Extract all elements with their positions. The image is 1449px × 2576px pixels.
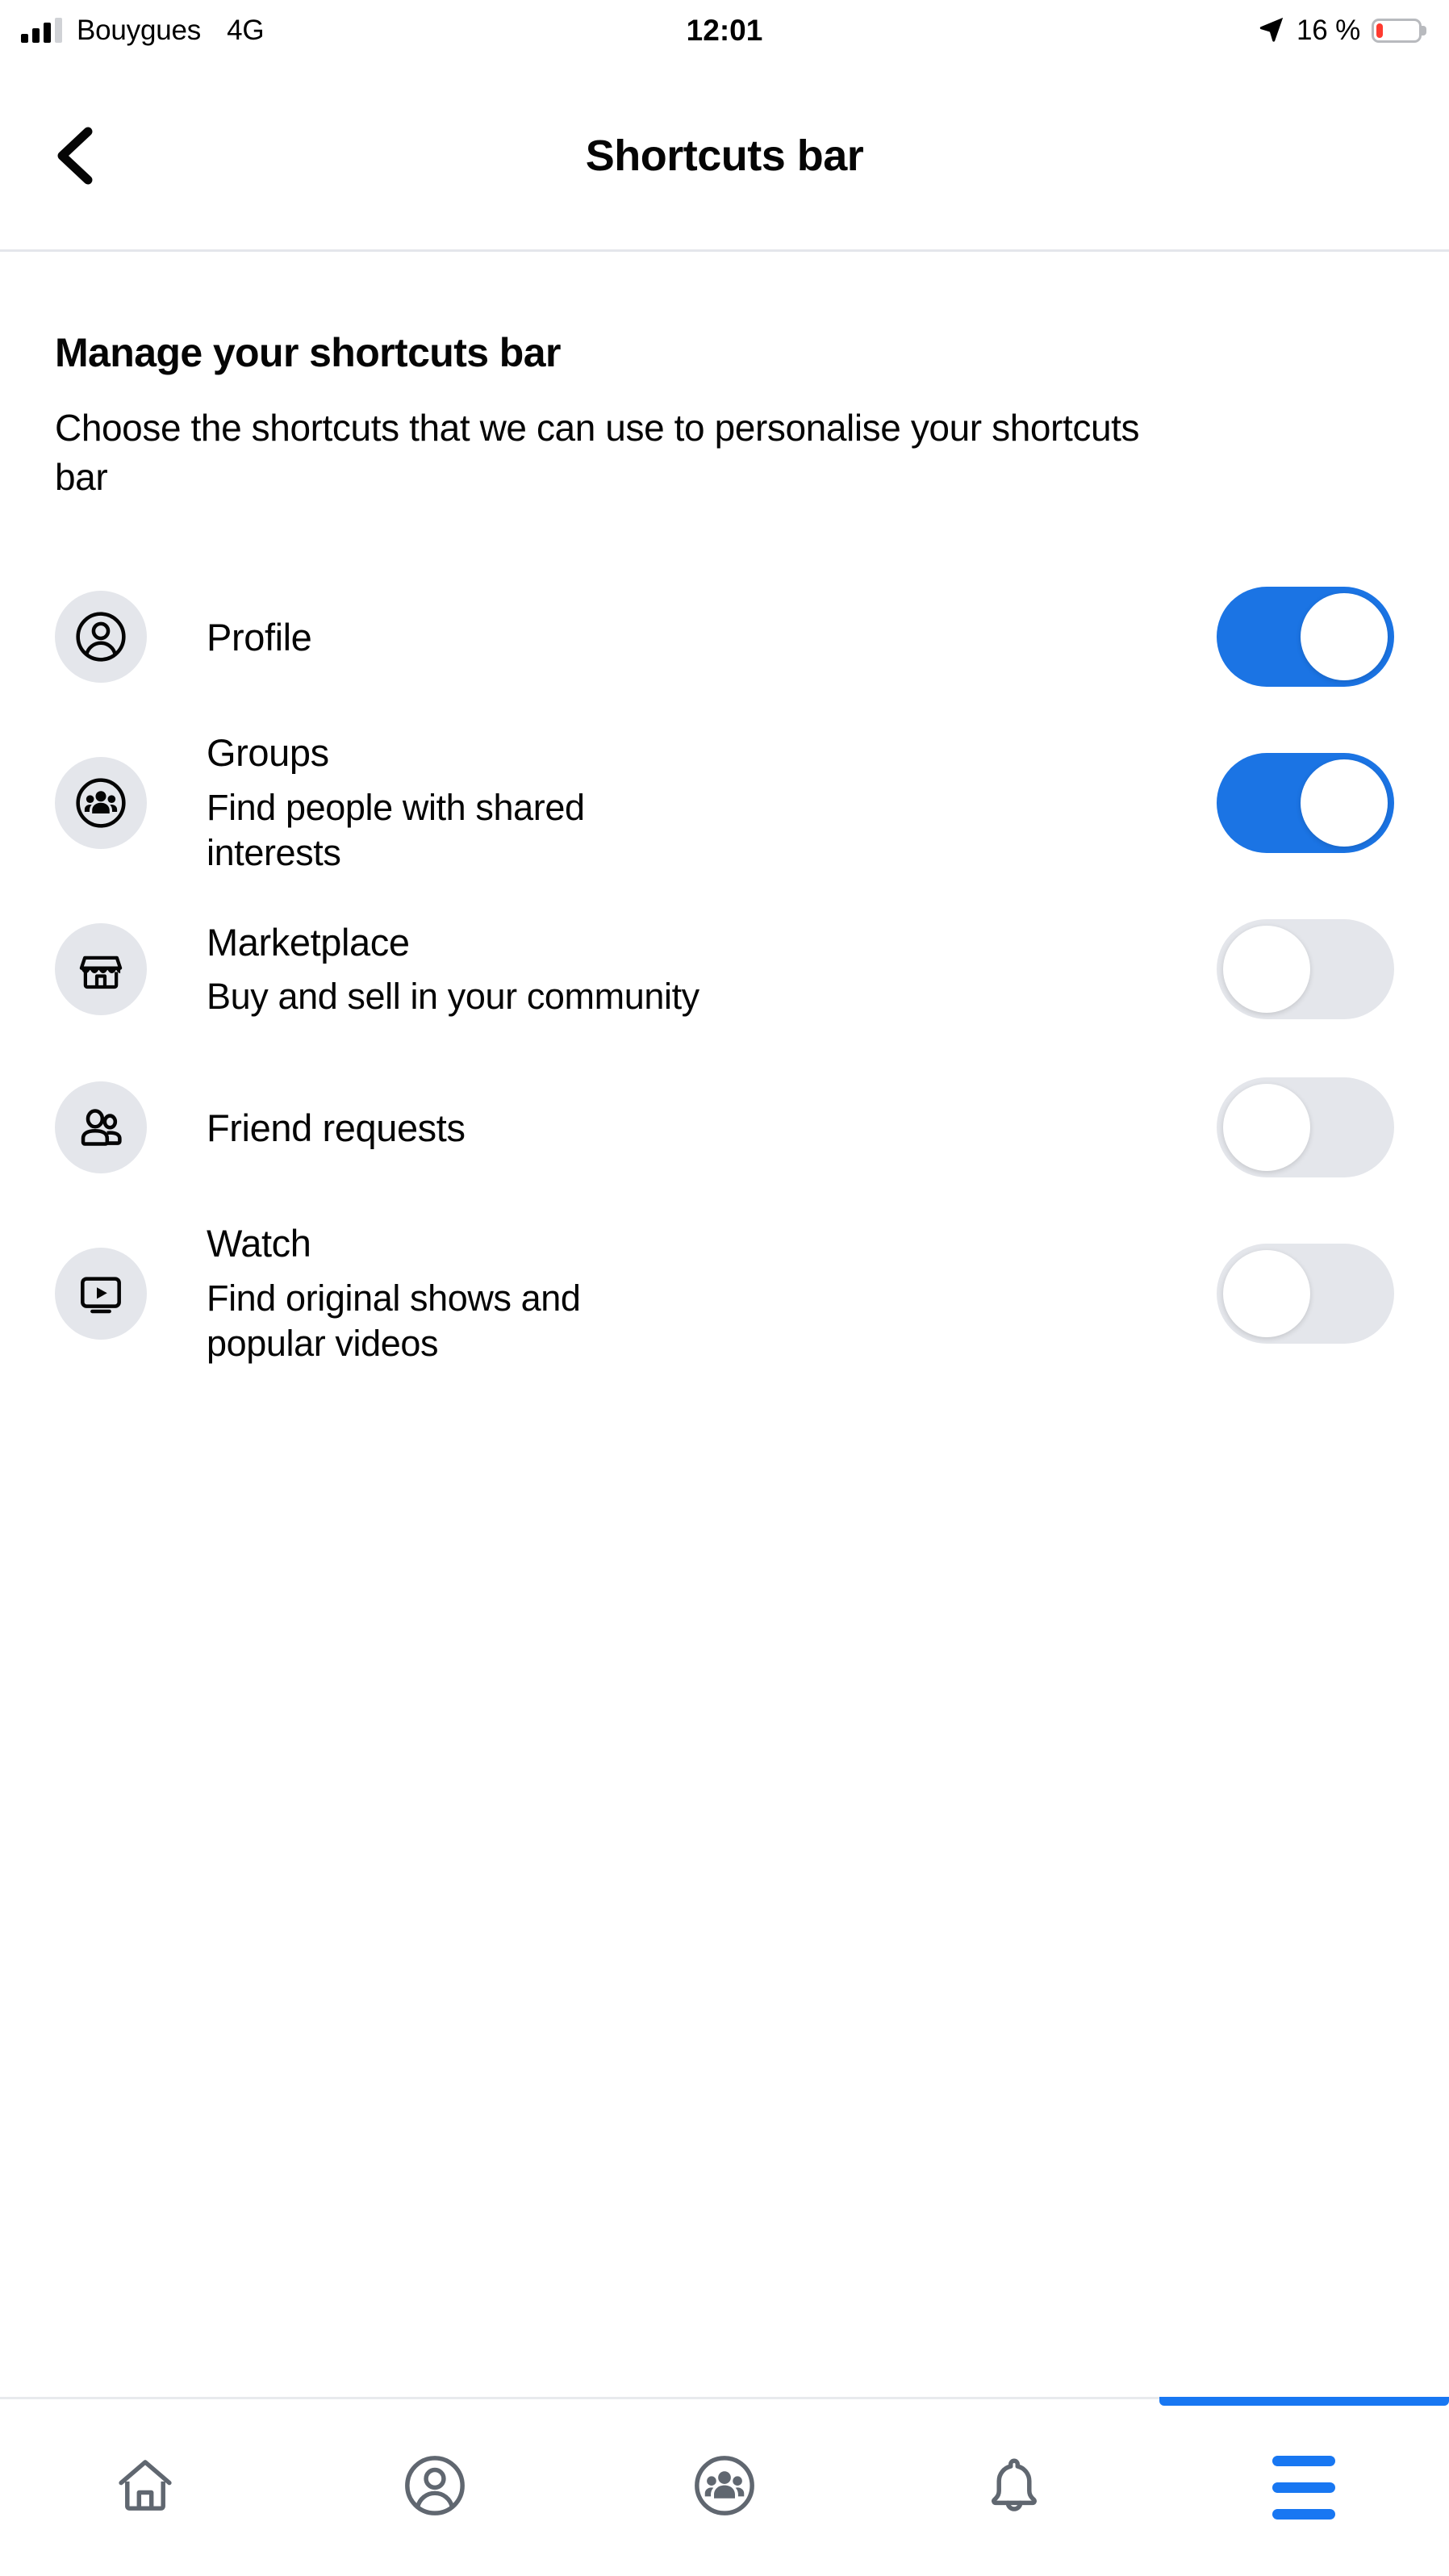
- shortcut-toggle-friend-requests[interactable]: [1217, 1077, 1394, 1178]
- toggle-knob: [1301, 593, 1388, 681]
- shortcut-title: Groups: [207, 731, 329, 775]
- shortcut-row[interactable]: Friend requests: [55, 1048, 1394, 1206]
- bell-icon: [981, 2453, 1047, 2523]
- chevron-left-icon: [57, 127, 93, 184]
- shortcut-row[interactable]: Watch Find original shows and popular vid…: [55, 1206, 1394, 1381]
- groups-circle-icon: [55, 757, 147, 850]
- active-tab-indicator: [1159, 2397, 1449, 2406]
- navigation-header: Shortcuts bar: [0, 61, 1449, 252]
- shortcut-toggle-marketplace[interactable]: [1217, 919, 1394, 1020]
- shortcut-row[interactable]: Groups Find people with shared interests: [55, 716, 1394, 890]
- shortcut-row[interactable]: Marketplace Buy and sell in your communit…: [55, 890, 1394, 1048]
- shortcut-text-block: Friend requests: [147, 1106, 1217, 1150]
- toggle-knob: [1223, 1084, 1310, 1172]
- shortcut-text-block: Watch Find original shows and popular vid…: [147, 1221, 1217, 1366]
- shortcut-subtitle: Find people with shared interests: [207, 786, 585, 874]
- shortcut-text-block: Groups Find people with shared interests: [147, 730, 1217, 876]
- carrier-label: Bouygues: [77, 15, 202, 46]
- phone-screen: Bouygues 4G 12:01 16 % Shortcuts bar Man…: [0, 0, 1449, 2576]
- shortcut-subtitle: Find original shows and popular videos: [207, 1277, 581, 1365]
- shortcut-text-block: Marketplace Buy and sell in your communit…: [147, 920, 1217, 1020]
- home-icon: [112, 2453, 178, 2523]
- status-bar: Bouygues 4G 12:01 16 %: [0, 0, 1449, 61]
- section-description: Choose the shortcuts that we can use to …: [55, 407, 1140, 498]
- shortcut-subtitle: Buy and sell in your community: [207, 975, 699, 1017]
- storefront-icon: [55, 923, 147, 1016]
- person-circle-icon: [402, 2453, 468, 2523]
- status-bar-left: Bouygues 4G: [21, 15, 265, 47]
- shortcut-title: Profile: [207, 615, 312, 659]
- shortcut-title: Friend requests: [207, 1106, 466, 1149]
- shortcut-toggle-watch[interactable]: [1217, 1244, 1394, 1344]
- content-area: Manage your shortcuts bar Choose the sho…: [0, 252, 1449, 2397]
- tab-profile[interactable]: [290, 2399, 579, 2576]
- location-arrow-icon: [1258, 15, 1285, 47]
- tab-groups[interactable]: [579, 2399, 869, 2576]
- battery-icon: [1372, 19, 1422, 43]
- toggle-knob: [1223, 926, 1310, 1014]
- shortcut-toggle-profile[interactable]: [1217, 587, 1394, 688]
- toggle-knob: [1301, 759, 1388, 847]
- page-title: Shortcuts bar: [585, 131, 864, 180]
- bottom-tab-bar: [0, 2397, 1449, 2576]
- toggle-knob: [1223, 1250, 1310, 1338]
- shortcut-title: Watch: [207, 1222, 311, 1265]
- groups-circle-icon: [691, 2453, 758, 2523]
- battery-percent-label: 16 %: [1297, 15, 1360, 46]
- person-circle-icon: [55, 591, 147, 684]
- network-type-label: 4G: [227, 15, 265, 46]
- shortcut-title: Marketplace: [207, 920, 410, 964]
- hamburger-menu-icon: [1272, 2456, 1336, 2520]
- shortcuts-list: Profile Groups Find people with shared in…: [55, 558, 1394, 1381]
- shortcut-text-block: Profile: [147, 615, 1217, 659]
- tab-menu[interactable]: [1159, 2397, 1449, 2576]
- back-button[interactable]: [39, 121, 108, 190]
- tab-notifications[interactable]: [870, 2399, 1159, 2576]
- signal-bars-icon: [21, 18, 62, 43]
- shortcut-toggle-groups[interactable]: [1217, 753, 1394, 854]
- tab-home[interactable]: [0, 2399, 290, 2576]
- status-bar-right: 16 %: [1258, 15, 1422, 47]
- two-people-icon: [55, 1081, 147, 1174]
- video-screen-play-icon: [55, 1248, 147, 1340]
- section-title: Manage your shortcuts bar: [55, 330, 561, 375]
- shortcut-row[interactable]: Profile: [55, 558, 1394, 716]
